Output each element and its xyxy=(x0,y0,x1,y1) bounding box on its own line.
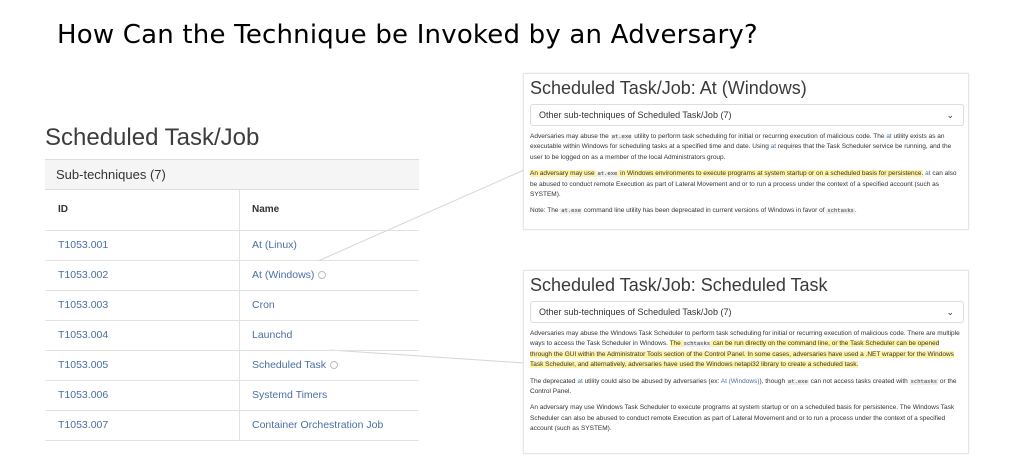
code-snippet: at.exe xyxy=(610,134,633,140)
description-paragraph: Adversaries may abuse the Windows Task S… xyxy=(530,329,962,371)
subtechnique-id-link[interactable]: T1053.007 xyxy=(58,419,108,431)
subtechnique-name-link[interactable]: At (Windows) xyxy=(252,269,314,281)
description-paragraph: Note: The at.exe command line utility ha… xyxy=(530,206,962,216)
text: Adversaries may abuse the xyxy=(530,133,611,140)
highlighted-text: An adversary may use xyxy=(530,170,597,178)
other-subtechniques-dropdown[interactable]: Other sub-techniques of Scheduled Task/J… xyxy=(530,301,964,323)
dropdown-label: Other sub-techniques of Scheduled Task/J… xyxy=(539,307,732,317)
description-paragraph: An adversary may use Windows Task Schedu… xyxy=(530,404,955,433)
text: utility could also be abused by adversar… xyxy=(582,377,721,385)
code-snippet: at.exe xyxy=(786,378,809,385)
subtechnique-id-link[interactable]: T1053.003 xyxy=(58,299,108,311)
description-paragraph: The deprecated at utility could also be … xyxy=(530,377,962,398)
inline-link[interactable]: At (Windows) xyxy=(721,378,760,385)
text: Note: The xyxy=(530,207,561,215)
text: can not access tasks created with xyxy=(808,377,910,385)
subtechnique-name-link[interactable]: At (Linux) xyxy=(252,239,297,251)
subtechnique-id-link[interactable]: T1053.006 xyxy=(58,389,108,401)
dropdown-label: Other sub-techniques of Scheduled Task/J… xyxy=(539,110,732,120)
subtechnique-name-link[interactable]: Cron xyxy=(252,299,275,311)
text: utility to perform task scheduling for i… xyxy=(632,133,887,140)
subtechniques-table: Sub-techniques (7) ID Name T1053.001 At … xyxy=(45,159,419,441)
table-row: T1053.005 Scheduled Task xyxy=(45,351,419,381)
code-snippet: at.exe xyxy=(596,171,619,178)
panel-title: Scheduled Task/Job: At (Windows) xyxy=(530,78,807,98)
code-snippet: at.exe xyxy=(560,208,583,215)
text: The deprecated xyxy=(530,377,578,385)
text: ), though xyxy=(759,377,787,385)
scheduled-task-panel: Scheduled Task/Job: Scheduled Task Other… xyxy=(523,270,969,454)
column-header-id: ID xyxy=(45,190,240,230)
subtechniques-header[interactable]: Sub-techniques (7) xyxy=(45,160,419,190)
subtechnique-name-link[interactable]: Launchd xyxy=(252,329,292,341)
technique-heading: Scheduled Task/Job xyxy=(45,124,260,151)
table-row: T1053.002 At (Windows) xyxy=(45,261,419,291)
chevron-down-icon: ⌄ xyxy=(946,307,954,317)
subtechnique-id-link[interactable]: T1053.004 xyxy=(58,329,108,341)
description-paragraph: Adversaries may abuse the at.exe utility… xyxy=(530,132,962,163)
subtechnique-id-link[interactable]: T1053.001 xyxy=(58,239,108,251)
table-row: T1053.001 At (Linux) xyxy=(45,231,419,261)
at-windows-panel: Scheduled Task/Job: At (Windows) Other s… xyxy=(523,73,969,230)
highlighted-text: in Windows environments to execute progr… xyxy=(618,170,924,178)
table-header-row: ID Name xyxy=(45,190,419,231)
link-icon xyxy=(318,271,327,280)
highlighted-text: The xyxy=(669,340,683,348)
subtechnique-name-link[interactable]: Container Orchestration Job xyxy=(252,419,383,431)
chevron-down-icon: ⌄ xyxy=(946,110,954,120)
subtechnique-id-link[interactable]: T1053.005 xyxy=(58,359,108,371)
link-icon xyxy=(329,361,338,370)
column-header-name: Name xyxy=(252,204,280,215)
text: . xyxy=(854,207,857,215)
description-paragraph: An adversary may use at.exe in Windows e… xyxy=(530,169,962,200)
table-row: T1053.007 Container Orchestration Job xyxy=(45,411,419,441)
panel-title: Scheduled Task/Job: Scheduled Task xyxy=(530,275,828,295)
table-row: T1053.004 Launchd xyxy=(45,321,419,351)
text: command line utility has been deprecated… xyxy=(582,207,827,215)
code-snippet: schtasks xyxy=(826,208,855,215)
subtechnique-name-link[interactable]: Systemd Timers xyxy=(252,389,327,401)
other-subtechniques-dropdown[interactable]: Other sub-techniques of Scheduled Task/J… xyxy=(530,104,964,126)
subtechnique-id-link[interactable]: T1053.002 xyxy=(58,269,108,281)
code-snippet: schtasks xyxy=(682,341,712,348)
table-row: T1053.003 Cron xyxy=(45,291,419,321)
subtechnique-name-link[interactable]: Scheduled Task xyxy=(252,359,326,371)
code-snippet: schtasks xyxy=(909,378,939,385)
table-row: T1053.006 Systemd Timers xyxy=(45,381,419,411)
